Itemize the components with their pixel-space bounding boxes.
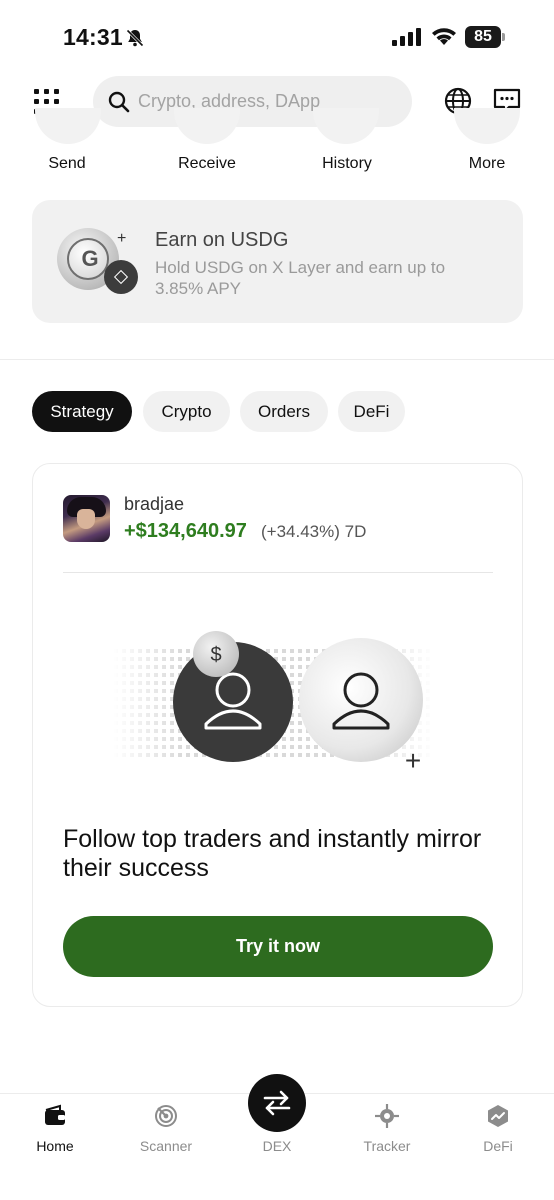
nav-label: DEX xyxy=(262,1138,292,1154)
trader-name[interactable]: bradjae xyxy=(124,494,184,515)
card-heading: Follow top traders and instantly mirror … xyxy=(63,825,482,882)
defi-hexagon-icon xyxy=(488,1105,508,1127)
banner-text: Hold USDG on X Layer and earn up to 3.85… xyxy=(155,258,446,298)
receive-button[interactable]: Receive xyxy=(157,155,257,173)
send-button[interactable]: Send xyxy=(17,155,117,173)
nav-label: Tracker xyxy=(363,1138,411,1154)
wallet-icon xyxy=(45,1104,65,1125)
receive-icon[interactable] xyxy=(174,108,240,144)
battery-level-text: 85 xyxy=(474,28,492,45)
tab-strategy[interactable]: Strategy xyxy=(32,391,132,432)
plus-icon: + xyxy=(405,745,421,776)
status-time: 14:31 xyxy=(63,24,123,50)
search-icon xyxy=(108,91,130,113)
status-bar: 14:31 85 xyxy=(0,0,554,70)
crosshair-icon xyxy=(375,1104,399,1128)
tab-orders[interactable]: Orders xyxy=(240,391,328,432)
nav-dex[interactable] xyxy=(248,1074,306,1132)
trader-change: (+34.43%) 7D xyxy=(261,522,367,541)
scanner-icon xyxy=(155,1105,177,1127)
more-icon[interactable] xyxy=(454,108,520,144)
battery-indicator: 85 xyxy=(465,26,505,48)
nav-scanner[interactable]: Scanner xyxy=(121,1102,211,1162)
banner-title: Earn on USDG xyxy=(155,229,289,251)
nav-home[interactable]: Home xyxy=(10,1102,100,1162)
tab-crypto[interactable]: Crypto xyxy=(143,391,230,432)
trader-pnl: +$134,640.97 xyxy=(124,520,247,542)
send-icon[interactable] xyxy=(35,108,101,144)
earn-usdg-banner[interactable]: G + Earn on USDG Hold USDG on X Layer an… xyxy=(32,200,523,323)
swap-arrows-icon xyxy=(263,1090,291,1116)
card-divider xyxy=(63,572,493,573)
dollar-icon: $ xyxy=(210,644,221,666)
more-button[interactable]: More xyxy=(437,155,537,173)
copy-trading-illustration: $ + xyxy=(113,631,433,776)
nav-label: DeFi xyxy=(483,1138,513,1154)
history-button[interactable]: History xyxy=(297,155,397,173)
tab-defi[interactable]: DeFi xyxy=(338,391,405,432)
nav-defi[interactable]: DeFi xyxy=(453,1102,543,1162)
nav-label: Scanner xyxy=(139,1138,193,1154)
try-it-now-button[interactable]: Try it now xyxy=(63,916,493,977)
signal-icon xyxy=(392,28,421,46)
history-icon[interactable] xyxy=(313,108,379,144)
x-layer-coin-icon xyxy=(104,260,138,294)
nav-label: Home xyxy=(36,1138,74,1154)
plus-icon: + xyxy=(117,230,127,247)
bell-muted-icon xyxy=(126,29,144,47)
nav-tracker[interactable]: Tracker xyxy=(342,1102,432,1162)
wifi-icon xyxy=(432,28,456,45)
copy-trading-card: bradjae +$134,640.97 (+34.43%) 7D $ + Fo… xyxy=(32,463,523,1007)
section-divider xyxy=(0,359,554,360)
avatar[interactable] xyxy=(63,495,110,542)
